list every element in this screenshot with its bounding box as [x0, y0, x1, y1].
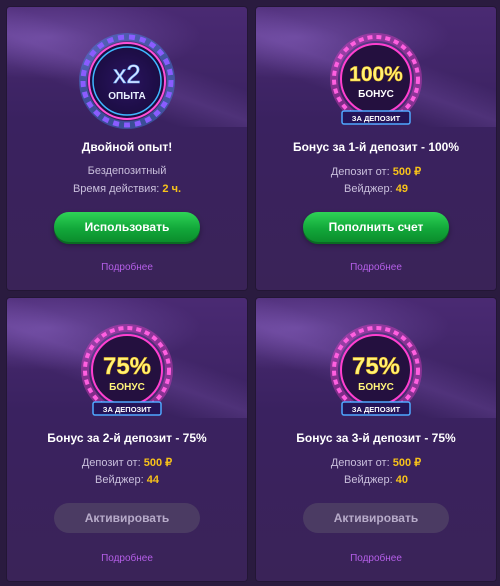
card-title: Бонус за 3-й депозит - 75% — [296, 431, 456, 445]
card-detail-line: Депозит от: 500 ₽ — [330, 166, 422, 178]
use-button[interactable]: Использовать — [54, 212, 200, 242]
card-detail-line: Депозит от: 500 ₽ — [330, 457, 422, 469]
deposit-bonus-badge-icon: 75% БОНУС ЗА ДЕПОЗИТ — [324, 322, 428, 426]
svg-text:БОНУС: БОНУС — [358, 89, 394, 100]
svg-text:100%: 100% — [349, 63, 403, 86]
card-title: Бонус за 1-й депозит - 100% — [292, 140, 460, 154]
card-title: Двойной опыт! — [81, 140, 173, 154]
card-title: Бонус за 2-й депозит - 75% — [47, 431, 207, 445]
svg-text:ЗА ДЕПОЗИТ: ЗА ДЕПОЗИТ — [103, 405, 152, 414]
bonus-card-deposit-1: 100% БОНУС ЗА ДЕПОЗИТ Бонус за 1-й депоз… — [256, 7, 496, 290]
svg-text:ОПЫТА: ОПЫТА — [108, 91, 145, 102]
more-link[interactable]: Подробнее — [350, 262, 402, 273]
top-up-button[interactable]: Пополнить счет — [303, 212, 449, 242]
svg-text:БОНУС: БОНУС — [358, 382, 394, 393]
card-detail-line: Вейджер: 49 — [344, 183, 408, 195]
svg-text:ЗА ДЕПОЗИТ: ЗА ДЕПОЗИТ — [352, 114, 401, 123]
more-link[interactable]: Подробнее — [101, 553, 153, 564]
deposit-bonus-badge-icon: 100% БОНУС ЗА ДЕПОЗИТ — [324, 31, 428, 135]
bonus-card-double-xp: x2 ОПЫТА Двойной опыт! Бездепозитный Вре… — [7, 7, 247, 290]
svg-text:75%: 75% — [103, 353, 151, 380]
card-detail-line: Вейджер: 40 — [344, 474, 408, 486]
svg-text:БОНУС: БОНУС — [109, 382, 145, 393]
double-xp-badge-icon: x2 ОПЫТА — [75, 31, 179, 135]
more-link[interactable]: Подробнее — [101, 262, 153, 273]
svg-text:x2: x2 — [113, 59, 140, 89]
svg-text:75%: 75% — [352, 353, 400, 380]
card-detail-line: Время действия: 2 ч. — [72, 183, 182, 195]
svg-text:ЗА ДЕПОЗИТ: ЗА ДЕПОЗИТ — [352, 405, 401, 414]
more-link[interactable]: Подробнее — [350, 553, 402, 564]
card-detail-line: Бездепозитный — [87, 165, 167, 177]
activate-button[interactable]: Активировать — [303, 503, 449, 533]
activate-button[interactable]: Активировать — [54, 503, 200, 533]
deposit-bonus-badge-icon: 75% БОНУС ЗА ДЕПОЗИТ — [75, 322, 179, 426]
card-detail-line: Вейджер: 44 — [95, 474, 159, 486]
bonus-card-deposit-3: 75% БОНУС ЗА ДЕПОЗИТ Бонус за 3-й депози… — [256, 298, 496, 581]
card-detail-line: Депозит от: 500 ₽ — [81, 457, 173, 469]
bonus-grid: x2 ОПЫТА Двойной опыт! Бездепозитный Вре… — [0, 0, 500, 586]
bonus-card-deposit-2: 75% БОНУС ЗА ДЕПОЗИТ Бонус за 2-й депози… — [7, 298, 247, 581]
